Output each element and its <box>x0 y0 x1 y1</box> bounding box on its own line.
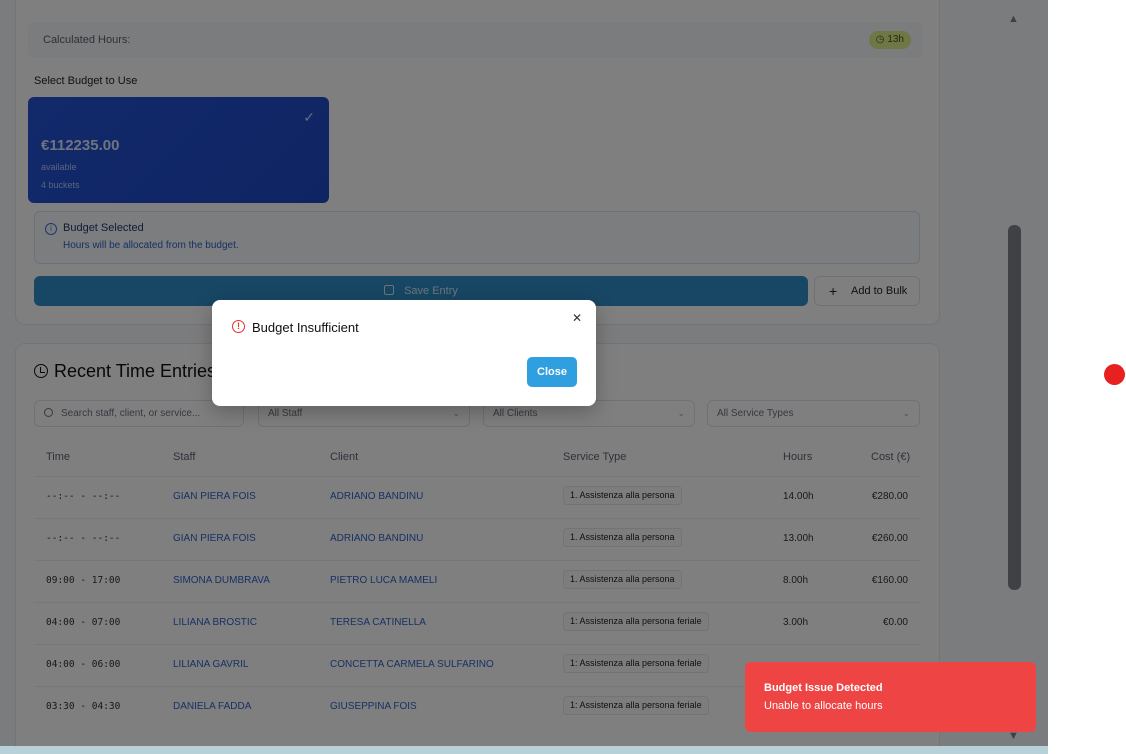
scroll-up-arrow-icon[interactable]: ▲ <box>1008 13 1019 25</box>
toast-title: Budget Issue Detected <box>764 682 883 694</box>
close-icon[interactable]: ✕ <box>572 311 582 325</box>
dialog-title: Budget Insufficient <box>252 320 359 335</box>
alert-circle-icon: ! <box>232 320 245 333</box>
close-button[interactable]: Close <box>527 357 577 387</box>
app-window: Calculated Hours: ◷ 13h Select Budget to… <box>0 0 1048 754</box>
budget-insufficient-dialog: ! Budget Insufficient ✕ Close <box>212 300 596 406</box>
bottom-bar <box>0 746 1048 754</box>
toast-message: Unable to allocate hours <box>764 700 883 712</box>
cursor-indicator <box>1104 364 1125 385</box>
error-toast[interactable]: Budget Issue Detected Unable to allocate… <box>745 662 1036 732</box>
scrollbar-thumb[interactable] <box>1008 225 1021 590</box>
